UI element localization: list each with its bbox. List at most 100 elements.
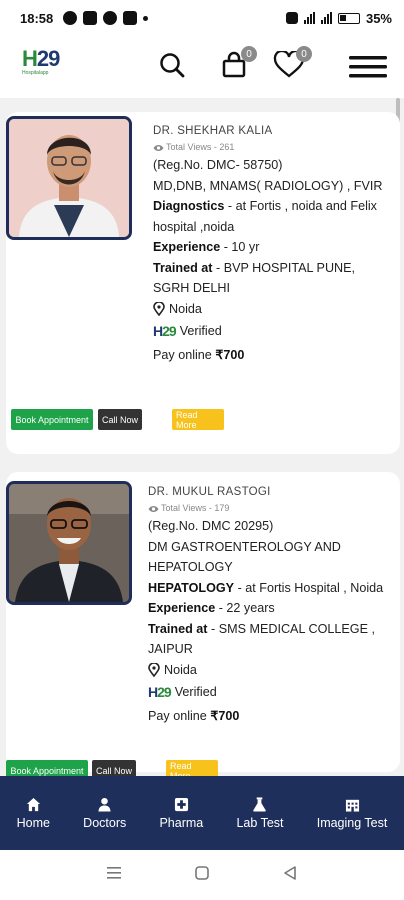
phone-icon <box>103 11 118 25</box>
hamburger-menu-icon <box>349 56 387 78</box>
alarm-icon <box>285 12 298 24</box>
nav-doctors[interactable]: Doctors <box>83 797 126 830</box>
trained-at: Trained at - BVP HOSPITAL PUNE, SGRH DEL… <box>153 258 393 299</box>
medical-plus-icon <box>174 797 188 811</box>
square-home-icon <box>195 865 209 880</box>
price: ₹700 <box>215 347 245 362</box>
registration-number: (Reg.No. DMC 20295) <box>148 519 274 533</box>
map-pin-icon <box>153 301 165 316</box>
location: Noida <box>148 660 396 681</box>
experience-label: Experience <box>148 601 216 615</box>
experience-value: - 22 years <box>215 601 275 615</box>
pay-label: Pay online <box>148 708 207 723</box>
logo-subtitle: Hospitalapp <box>22 70 49 76</box>
location: Noida <box>153 299 393 320</box>
notification-app-icon <box>83 11 98 25</box>
h29-logo[interactable]: H29 Hospitalapp <box>22 46 66 86</box>
battery-percent: 35% <box>365 10 392 26</box>
experience: Experience - 22 years <box>148 598 396 619</box>
eye-icon <box>148 505 159 512</box>
verified-row: H29 Verified <box>148 682 396 703</box>
map-pin-icon <box>148 662 160 677</box>
experience-value: - 10 yr <box>220 240 260 254</box>
logo-number: 29 <box>36 46 61 71</box>
wishlist-count-badge: 0 <box>296 46 312 62</box>
hospital-icon <box>345 799 359 812</box>
total-views: Total Views - 179 <box>148 501 396 516</box>
system-navigation-bar <box>0 850 404 900</box>
nav-imaging-test[interactable]: Imaging Test <box>316 797 388 830</box>
nav-lab-test[interactable]: Lab Test <box>236 796 284 830</box>
status-time: 18:58 <box>20 10 54 26</box>
status-bar: 18:58 35% <box>0 0 404 36</box>
read-more-button[interactable]: Read More <box>172 409 224 430</box>
back-system-button[interactable] <box>282 865 298 886</box>
more-notifications-dot-icon <box>143 15 149 21</box>
department-label: Diagnostics <box>153 199 225 213</box>
doctor-name[interactable]: DR. SHEKHAR KALIA <box>153 123 393 140</box>
eye-icon <box>153 144 164 151</box>
nav-imaging-test-label: Imaging Test <box>316 815 388 830</box>
logo-letter: H <box>22 46 38 71</box>
nav-pharma[interactable]: Pharma <box>159 797 203 830</box>
doctor-info: DR. SHEKHAR KALIA Total Views - 261 (Reg… <box>153 123 393 365</box>
recent-apps-button[interactable] <box>106 866 122 885</box>
experience: Experience - 10 yr <box>153 237 393 258</box>
doctor-photo[interactable] <box>6 116 132 240</box>
signal-2-icon <box>320 12 332 24</box>
nav-doctors-label: Doctors <box>83 815 127 830</box>
book-appointment-button[interactable]: Book Appointment <box>11 409 93 430</box>
call-now-button[interactable]: Call Now <box>98 409 142 430</box>
qualification: MD,DNB, MNAMS( RADIOLOGY) , FVIR <box>153 178 383 193</box>
messenger-icon <box>123 11 138 25</box>
search-button[interactable] <box>155 48 189 82</box>
doctor-portrait-image <box>9 119 129 237</box>
menu-button[interactable] <box>347 50 389 84</box>
search-icon <box>160 53 185 78</box>
department: HEPATOLOGY - at Fortis Hospital , Noida <box>148 578 396 599</box>
experience-label: Experience <box>153 240 221 254</box>
home-system-button[interactable] <box>194 865 210 886</box>
department: Diagnostics - at Fortis , noida and Feli… <box>153 196 393 237</box>
verified-text: Verified <box>174 685 217 699</box>
nav-pharma-label: Pharma <box>159 815 204 830</box>
h29-verified-logo-icon: H29 <box>153 323 177 339</box>
total-views-text: Total Views - 179 <box>161 503 230 513</box>
doctor-name[interactable]: DR. MUKUL RASTOGI <box>148 484 396 501</box>
nav-home-label: Home <box>16 815 50 830</box>
verified-text: Verified <box>179 324 222 338</box>
price: ₹700 <box>210 708 240 723</box>
trained-at: Trained at - SMS MEDICAL COLLEGE , JAIPU… <box>148 619 396 660</box>
nav-lab-test-label: Lab Test <box>236 815 284 830</box>
battery-icon <box>337 12 360 24</box>
cart-button[interactable]: 0 <box>217 46 257 82</box>
pay-online: Pay online ₹700 <box>153 345 393 366</box>
trained-label: Trained at <box>153 260 213 275</box>
department-value: - at Fortis Hospital , Noida <box>234 580 384 595</box>
wishlist-button[interactable]: 0 <box>272 46 312 82</box>
location-text: Noida <box>164 662 197 677</box>
back-triangle-icon <box>284 865 296 880</box>
flask-icon <box>253 796 267 812</box>
recents-lines-icon <box>107 866 121 879</box>
doctor-photo[interactable] <box>6 481 132 605</box>
registration-number: (Reg.No. DMC- 58750) <box>153 158 283 172</box>
user-icon <box>98 797 111 812</box>
pay-online: Pay online ₹700 <box>148 706 396 727</box>
doctor-card: DR. MUKUL RASTOGI Total Views - 179 (Reg… <box>6 472 400 781</box>
cart-count-badge: 0 <box>241 46 257 62</box>
verified-row: H29 Verified <box>153 321 393 342</box>
app-header: H29 Hospitalapp 0 0 <box>0 36 404 98</box>
nav-home[interactable]: Home <box>17 797 50 830</box>
bottom-navigation: Home Doctors Pharma Lab Test Imaging Tes… <box>0 776 404 850</box>
qualification: DM GASTROENTEROLOGY AND HEPATOLOGY <box>148 539 341 575</box>
location-text: Noida <box>169 301 202 316</box>
total-views: Total Views - 261 <box>153 140 393 155</box>
h29-verified-logo-icon: H29 <box>148 684 172 700</box>
home-icon <box>26 797 40 811</box>
whatsapp-icon <box>63 11 78 25</box>
signal-icon <box>303 12 315 24</box>
doctor-portrait-image <box>9 484 129 602</box>
department-label: HEPATOLOGY <box>148 580 235 595</box>
pay-label: Pay online <box>153 347 212 362</box>
